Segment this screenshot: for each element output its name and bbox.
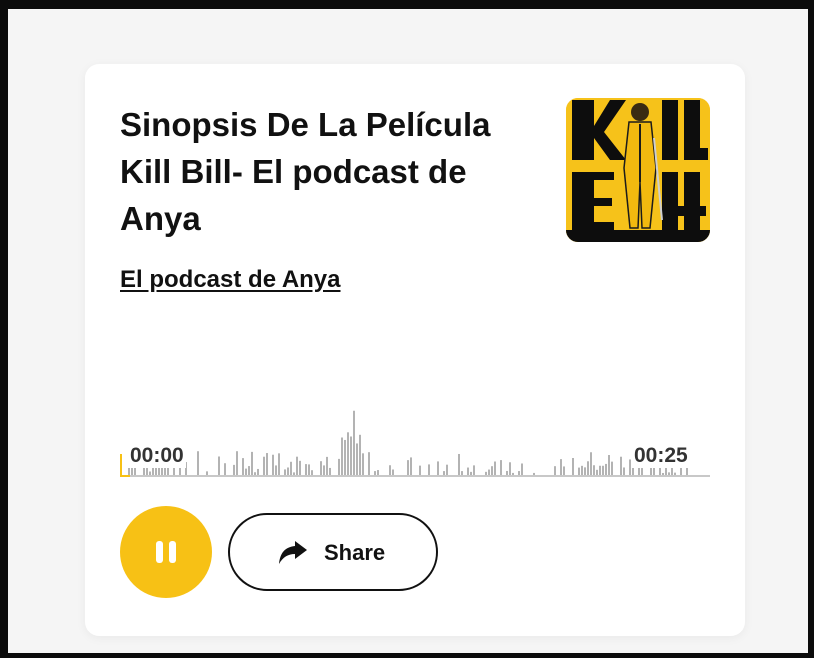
waveform-bar (629, 459, 631, 476)
waveform-bar (587, 461, 589, 476)
waveform-bars (128, 410, 688, 476)
waveform-bar (347, 432, 349, 476)
waveform-bar (491, 466, 493, 476)
waveform-bar (410, 457, 412, 476)
waveform-bar (278, 453, 280, 476)
share-label: Share (324, 540, 386, 565)
waveform-bar (572, 458, 574, 476)
waveform-bar (389, 465, 391, 476)
waveform-bar (242, 458, 244, 476)
waveform-bar (608, 455, 610, 476)
waveform-bar (554, 466, 556, 476)
play-pause-button[interactable] (120, 506, 212, 598)
share-button[interactable]: Share (228, 513, 438, 591)
pause-icon-bar (169, 541, 176, 563)
waveform-bar (272, 454, 274, 476)
waveform-bar (344, 439, 346, 476)
waveform-bar (473, 465, 475, 476)
waveform-bar (623, 467, 625, 476)
waveform-bar (308, 464, 310, 476)
waveform-bar (320, 461, 322, 476)
waveform-bar (338, 458, 340, 476)
waveform-bar (368, 452, 370, 476)
waveform-bar (245, 468, 247, 476)
waveform-bar (467, 467, 469, 476)
waveform-bar (560, 459, 562, 476)
waveform-bar (563, 466, 565, 476)
waveform-bar (428, 464, 430, 476)
waveform-bar (521, 463, 523, 476)
waveform-bar (275, 465, 277, 476)
waveform-bar (641, 468, 643, 476)
waveform-bar (590, 452, 592, 476)
waveform-bar (407, 460, 409, 476)
waveform-bar (350, 436, 352, 476)
share-arrow-icon (279, 541, 307, 564)
waveform-bar (509, 462, 511, 476)
pause-icon-bar (156, 541, 163, 563)
waveform-bar (266, 453, 268, 476)
waveform-bar (257, 468, 259, 476)
waveform-bar (218, 456, 220, 476)
waveform-bar (224, 463, 226, 476)
waveform-bar (305, 464, 307, 476)
waveform-bar (326, 456, 328, 476)
waveform-bar (329, 467, 331, 476)
waveform-bar (437, 461, 439, 476)
waveform-bar (251, 451, 253, 476)
episode-title: Sinopsis De La Película Kill Bill- El po… (120, 106, 491, 237)
waveform-bar (359, 434, 361, 476)
waveform-bar (578, 467, 580, 476)
total-duration: 00:25 (632, 444, 690, 468)
episode-cover-art (566, 98, 710, 242)
waveform-bar (446, 464, 448, 476)
waveform-bar (299, 460, 301, 476)
waveform-bar (599, 465, 601, 476)
waveform-bar (353, 410, 355, 476)
waveform-bar (356, 443, 358, 476)
waveform-bar (605, 463, 607, 476)
current-time: 00:00 (128, 444, 186, 468)
waveform-bar (419, 465, 421, 476)
waveform-bar (248, 466, 250, 476)
waveform-bar (296, 456, 298, 476)
audio-waveform[interactable] (120, 360, 710, 480)
waveform-bar (362, 453, 364, 476)
waveform-bar (233, 464, 235, 476)
waveform-bar (236, 451, 238, 476)
cover-image (566, 98, 710, 242)
waveform-bar (290, 461, 292, 476)
waveform-bar (593, 465, 595, 476)
waveform-bar (584, 467, 586, 476)
waveform-bar (458, 453, 460, 476)
waveform-bar (581, 465, 583, 476)
waveform-bar (263, 456, 265, 476)
waveform-bar (323, 465, 325, 476)
waveform-bar (500, 460, 502, 476)
podcast-author-link[interactable]: El podcast de Anya (120, 266, 341, 294)
waveform-bar (494, 461, 496, 476)
waveform-bar (287, 467, 289, 476)
waveform-bar (197, 451, 199, 476)
waveform-bar (620, 456, 622, 476)
waveform-bar (341, 437, 343, 476)
waveform-bar (611, 461, 613, 476)
waveform-bar (602, 465, 604, 476)
